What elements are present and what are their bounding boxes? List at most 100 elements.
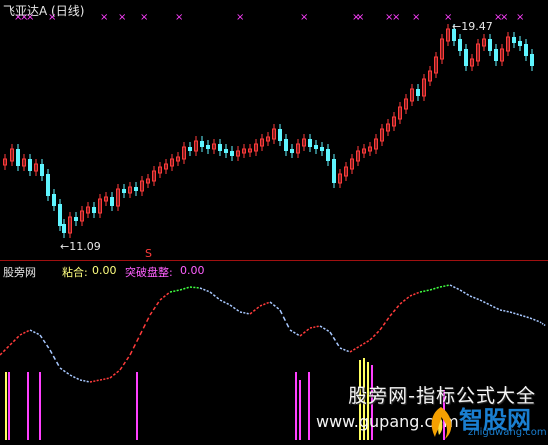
stock-chart-window: × × × × × × × × × × × × × × × × × × × 飞亚达A (日线) ←19.47 ←11… (0, 0, 548, 445)
indicator-segment (129, 350, 133, 356)
candle-body (52, 194, 56, 206)
indicator-segment (46, 344, 50, 349)
cross-marker: × (118, 12, 126, 23)
indicator-segment (473, 296, 476, 299)
indicator-segment (379, 326, 383, 331)
indicator-segment (526, 316, 529, 319)
indicator-segment (62, 369, 66, 373)
indicator-segment (513, 312, 516, 315)
indicator-segment (259, 304, 263, 307)
high-price-label: ←19.47 (452, 20, 493, 33)
indicator-segment (122, 361, 126, 366)
cross-marker: × (356, 12, 364, 23)
indicator-segment (126, 356, 130, 361)
candle-body (230, 151, 234, 156)
indicator-segment (49, 349, 53, 354)
indicator-segment (72, 375, 76, 379)
indicator-segment (166, 292, 170, 296)
candle-body (74, 217, 78, 221)
candle-body (530, 54, 534, 66)
indicator-segment (376, 330, 380, 334)
brand-logo-icon (431, 407, 452, 439)
candle-body (488, 39, 492, 51)
candle-body (28, 159, 32, 171)
candle-body (320, 147, 324, 151)
indicator-segment (336, 342, 340, 347)
cross-marker: × (516, 12, 524, 23)
indicator-segment (519, 314, 523, 317)
indicator-segment (433, 287, 436, 290)
indicator-segment (539, 321, 542, 324)
indicator-segment (263, 303, 266, 306)
indicator-segment (322, 327, 326, 330)
candle-body (58, 204, 62, 226)
indicator-segment (523, 315, 526, 318)
indicator-segment (543, 324, 546, 327)
indicator-segment (159, 297, 163, 301)
candle-body (122, 189, 126, 193)
candle-body (278, 129, 282, 141)
low-price-label: ←11.09 (60, 240, 101, 253)
indicator-segment (489, 304, 493, 307)
indicator-segment (203, 288, 206, 291)
indicator-segment (236, 309, 240, 312)
candle-body (206, 145, 210, 149)
indicator-segment (32, 330, 36, 334)
indicator-segment (396, 305, 400, 309)
cross-marker: × (236, 12, 244, 23)
indicator-segment (541, 322, 544, 325)
watermark-brand-url: zhiguwang.com (468, 427, 547, 438)
cross-marker: × (412, 12, 420, 23)
indicator-segment (179, 288, 183, 291)
indicator-segment (332, 336, 336, 341)
indicator-segment (16, 335, 20, 339)
indicator-segment (449, 284, 453, 287)
breakout-value: 0.00 (180, 264, 205, 277)
indicator-segment (406, 296, 410, 300)
candle-body (518, 41, 522, 46)
candle-body (314, 145, 318, 149)
candle-body (134, 187, 138, 191)
indicator-segment (372, 334, 376, 338)
candle-body (290, 149, 294, 153)
indicator-segment (392, 309, 396, 313)
indicator-segment (119, 366, 123, 371)
candle-body (16, 149, 20, 166)
cross-marker: × (300, 12, 308, 23)
indicator-segment (452, 285, 456, 289)
indicator-segment (389, 313, 393, 317)
indicator-segment (59, 367, 63, 371)
indicator-segment (232, 306, 236, 310)
indicator-segment (209, 291, 213, 295)
indicator-segment (12, 339, 16, 343)
indicator-segment (326, 329, 330, 332)
indicator-segment (289, 329, 293, 332)
indicator-segment (66, 372, 70, 375)
indicator-segment (132, 343, 137, 349)
indicator-segment (183, 287, 186, 290)
indicator-segment (19, 333, 23, 336)
candle-body (326, 149, 330, 161)
indicator-segment (52, 355, 56, 360)
indicator-segment (152, 306, 156, 311)
indicator-segment (222, 300, 226, 304)
sticky-label: 粘合: (62, 266, 88, 279)
indicator-segment (6, 345, 10, 349)
indicator-segment (319, 325, 323, 328)
indicator-segment (266, 301, 269, 305)
indicator-segment (76, 377, 80, 381)
indicator-segment (249, 311, 253, 315)
indicator-segment (352, 348, 356, 351)
indicator-segment (416, 291, 419, 295)
indicator-segment (299, 333, 303, 337)
indicator-segment (329, 331, 333, 336)
chart-canvas[interactable]: ××× × × × × × × × ×× ×× × × ×× × (0, 0, 548, 445)
indicator-segment (36, 332, 40, 336)
indicator-segment (219, 299, 223, 302)
indicator-segment (459, 289, 463, 292)
indicator-segment (496, 307, 500, 311)
indicator-segment (272, 304, 276, 307)
indicator-segment (486, 302, 490, 306)
candle-body (308, 139, 312, 147)
indicator-segment (252, 309, 256, 312)
